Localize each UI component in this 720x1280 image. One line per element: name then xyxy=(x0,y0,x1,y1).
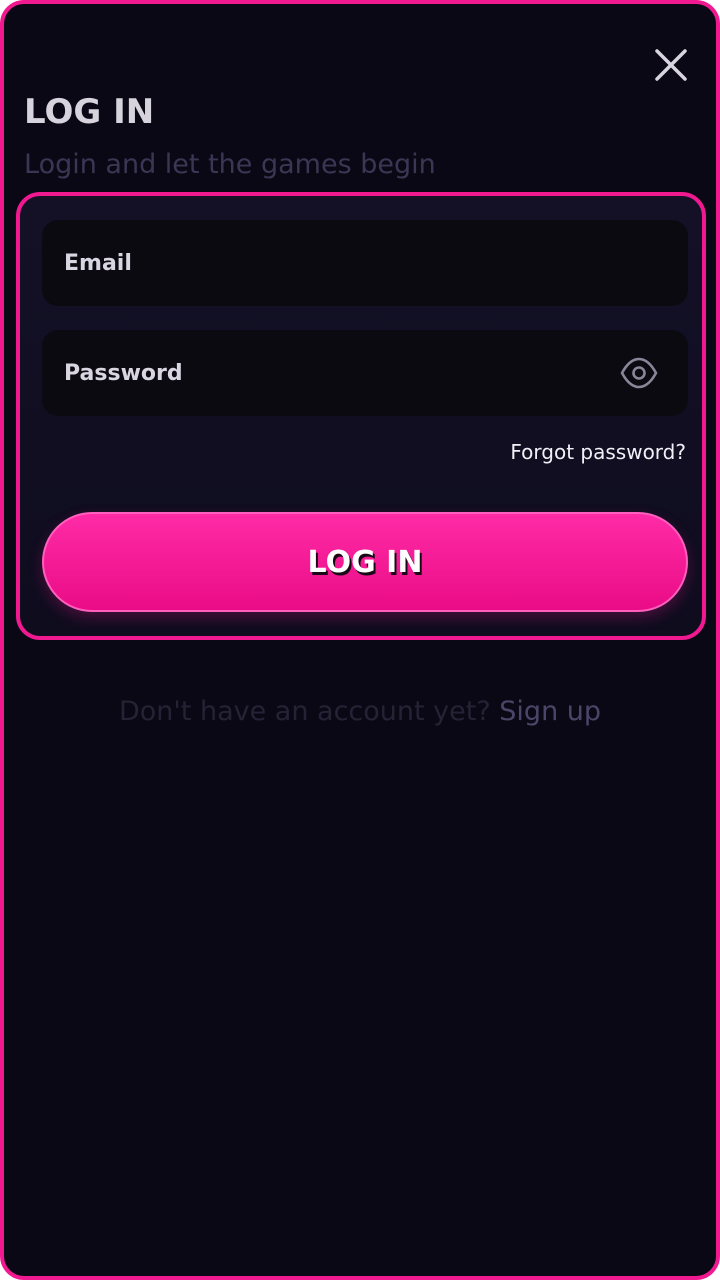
close-button[interactable] xyxy=(652,46,690,84)
email-field[interactable] xyxy=(42,220,688,306)
signup-link[interactable]: Sign up xyxy=(499,696,601,727)
show-password-toggle[interactable] xyxy=(620,355,658,391)
login-form: Forgot password? LOG IN xyxy=(16,192,706,640)
login-modal: LOG IN Login and let the games begin For… xyxy=(0,0,720,1280)
signup-prompt: Don't have an account yet? xyxy=(118,696,491,727)
login-button-label: LOG IN xyxy=(307,544,423,580)
page-subtitle: Login and let the games begin xyxy=(24,149,436,180)
signup-prompt-line: Don't have an account yet? Sign up xyxy=(4,692,716,732)
page-title: LOG IN xyxy=(24,92,155,132)
login-button[interactable]: LOG IN xyxy=(42,512,688,612)
close-icon xyxy=(655,49,687,81)
password-field[interactable] xyxy=(42,330,688,416)
eye-icon xyxy=(620,357,658,389)
email-field-container xyxy=(42,220,688,306)
forgot-password-link[interactable]: Forgot password? xyxy=(510,440,686,464)
password-field-container xyxy=(42,330,688,416)
